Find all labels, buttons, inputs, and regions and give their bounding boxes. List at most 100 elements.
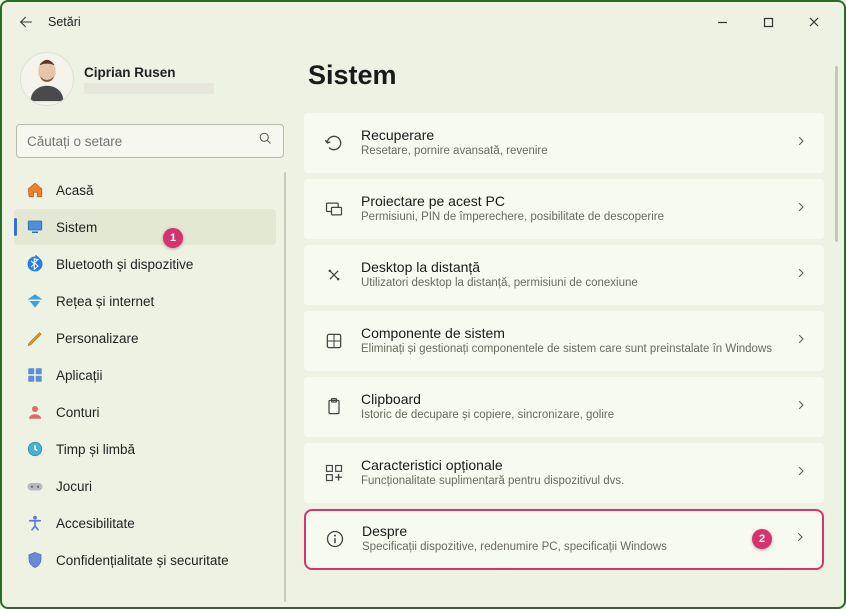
- page-title: Sistem: [308, 60, 830, 91]
- card-components[interactable]: Componente de sistem Eliminați și gestio…: [304, 311, 824, 371]
- card-desc: Permisiuni, PIN de împerechere, posibili…: [361, 210, 779, 226]
- minimize-button[interactable]: [700, 7, 744, 37]
- personal-icon: [26, 329, 44, 347]
- main-content: Sistem Recuperare Resetare, pornire avan…: [298, 42, 844, 607]
- annotation-pin-2: 2: [752, 529, 772, 549]
- sidebar: Ciprian Rusen Acasă Sistem Bluetooth și di…: [2, 42, 298, 607]
- rdp-icon: [323, 264, 345, 286]
- sidebar-item-label: Aplicații: [56, 368, 103, 383]
- card-title: Caracteristici opționale: [361, 457, 779, 473]
- gaming-icon: [26, 477, 44, 495]
- about-icon: [324, 528, 346, 550]
- card-title: Despre: [362, 523, 736, 539]
- sidebar-item-label: Personalizare: [56, 331, 139, 346]
- accounts-icon: [26, 403, 44, 421]
- sidebar-item-privacy[interactable]: Confidențialitate și securitate: [14, 542, 276, 578]
- card-text: Desktop la distanță Utilizatori desktop …: [361, 259, 779, 292]
- close-button[interactable]: [792, 7, 836, 37]
- settings-card-list: Recuperare Resetare, pornire avansată, r…: [304, 113, 830, 570]
- sidebar-item-label: Timp și limbă: [56, 442, 135, 457]
- sidebar-scrollbar[interactable]: [284, 172, 286, 602]
- card-clipboard[interactable]: Clipboard Istoric de decupare și copiere…: [304, 377, 824, 437]
- card-text: Caracteristici opționale Funcționalitate…: [361, 457, 779, 490]
- profile-name: Ciprian Rusen: [84, 65, 214, 80]
- sidebar-item-label: Sistem: [56, 220, 97, 235]
- card-text: Componente de sistem Eliminați și gestio…: [361, 325, 779, 358]
- sidebar-item-label: Jocuri: [56, 479, 92, 494]
- chevron-right-icon: [795, 200, 807, 218]
- main-scrollbar[interactable]: [835, 66, 838, 242]
- annotation-pin-1: 1: [163, 228, 183, 248]
- window-controls: [700, 7, 836, 37]
- card-text: Proiectare pe acest PC Permisiuni, PIN d…: [361, 193, 779, 226]
- optional-icon: [323, 462, 345, 484]
- avatar: [20, 52, 74, 106]
- apps-icon: [26, 366, 44, 384]
- card-desc: Resetare, pornire avansată, revenire: [361, 144, 779, 160]
- chevron-right-icon: [795, 398, 807, 416]
- card-title: Desktop la distanță: [361, 259, 779, 275]
- profile-block[interactable]: Ciprian Rusen: [14, 48, 286, 118]
- search-box[interactable]: [16, 124, 284, 158]
- components-icon: [323, 330, 345, 352]
- profile-email-redacted: [84, 83, 214, 94]
- card-desc: Eliminați și gestionați componentele de …: [361, 342, 779, 358]
- chevron-right-icon: [795, 266, 807, 284]
- sidebar-item-apps[interactable]: Aplicații: [14, 357, 276, 393]
- bluetooth-icon: [26, 255, 44, 273]
- sidebar-item-access[interactable]: Accesibilitate: [14, 505, 276, 541]
- chevron-right-icon: [795, 134, 807, 152]
- card-title: Componente de sistem: [361, 325, 779, 341]
- sidebar-item-accounts[interactable]: Conturi: [14, 394, 276, 430]
- card-text: Clipboard Istoric de decupare și copiere…: [361, 391, 779, 424]
- sidebar-item-home[interactable]: Acasă: [14, 172, 276, 208]
- maximize-icon: [763, 17, 774, 28]
- clipboard-icon: [323, 396, 345, 418]
- card-title: Clipboard: [361, 391, 779, 407]
- card-desc: Funcționalitate suplimentară pentru disp…: [361, 474, 779, 490]
- card-title: Recuperare: [361, 127, 779, 143]
- maximize-button[interactable]: [746, 7, 790, 37]
- search-icon: [258, 131, 273, 151]
- card-text: Despre Specificații dispozitive, redenum…: [362, 523, 736, 556]
- sidebar-item-gaming[interactable]: Jocuri: [14, 468, 276, 504]
- card-about[interactable]: Despre Specificații dispozitive, redenum…: [304, 509, 824, 570]
- sidebar-item-label: Acasă: [56, 183, 94, 198]
- sidebar-item-personal[interactable]: Personalizare: [14, 320, 276, 356]
- sidebar-item-network[interactable]: Rețea și internet: [14, 283, 276, 319]
- sidebar-item-bluetooth[interactable]: Bluetooth și dispozitive: [14, 246, 276, 282]
- chevron-right-icon: [794, 530, 806, 548]
- sidebar-item-label: Conturi: [56, 405, 100, 420]
- access-icon: [26, 514, 44, 532]
- search-input[interactable]: [27, 134, 258, 149]
- home-icon: [26, 181, 44, 199]
- sidebar-item-label: Rețea și internet: [56, 294, 154, 309]
- back-button[interactable]: [10, 6, 42, 38]
- titlebar: Setări: [2, 2, 844, 42]
- card-desc: Specificații dispozitive, redenumire PC,…: [362, 540, 736, 556]
- card-recovery[interactable]: Recuperare Resetare, pornire avansată, r…: [304, 113, 824, 173]
- sidebar-item-label: Accesibilitate: [56, 516, 135, 531]
- nav: Acasă Sistem Bluetooth și dispozitive Rețea…: [14, 172, 286, 607]
- sidebar-item-label: Bluetooth și dispozitive: [56, 257, 193, 272]
- card-desc: Utilizatori desktop la distanță, permisi…: [361, 276, 779, 292]
- project-icon: [323, 198, 345, 220]
- card-optional[interactable]: Caracteristici opționale Funcționalitate…: [304, 443, 824, 503]
- time-icon: [26, 440, 44, 458]
- network-icon: [26, 292, 44, 310]
- window-title: Setări: [48, 15, 700, 29]
- card-rdp[interactable]: Desktop la distanță Utilizatori desktop …: [304, 245, 824, 305]
- card-project[interactable]: Proiectare pe acest PC Permisiuni, PIN d…: [304, 179, 824, 239]
- card-title: Proiectare pe acest PC: [361, 193, 779, 209]
- card-text: Recuperare Resetare, pornire avansată, r…: [361, 127, 779, 160]
- sidebar-item-label: Confidențialitate și securitate: [56, 553, 229, 568]
- arrow-left-icon: [18, 14, 34, 30]
- close-icon: [808, 16, 820, 28]
- privacy-icon: [26, 551, 44, 569]
- minimize-icon: [717, 17, 728, 28]
- system-icon: [26, 218, 44, 236]
- sidebar-item-time[interactable]: Timp și limbă: [14, 431, 276, 467]
- sidebar-item-system[interactable]: Sistem: [14, 209, 276, 245]
- card-desc: Istoric de decupare și copiere, sincroni…: [361, 408, 779, 424]
- chevron-right-icon: [795, 464, 807, 482]
